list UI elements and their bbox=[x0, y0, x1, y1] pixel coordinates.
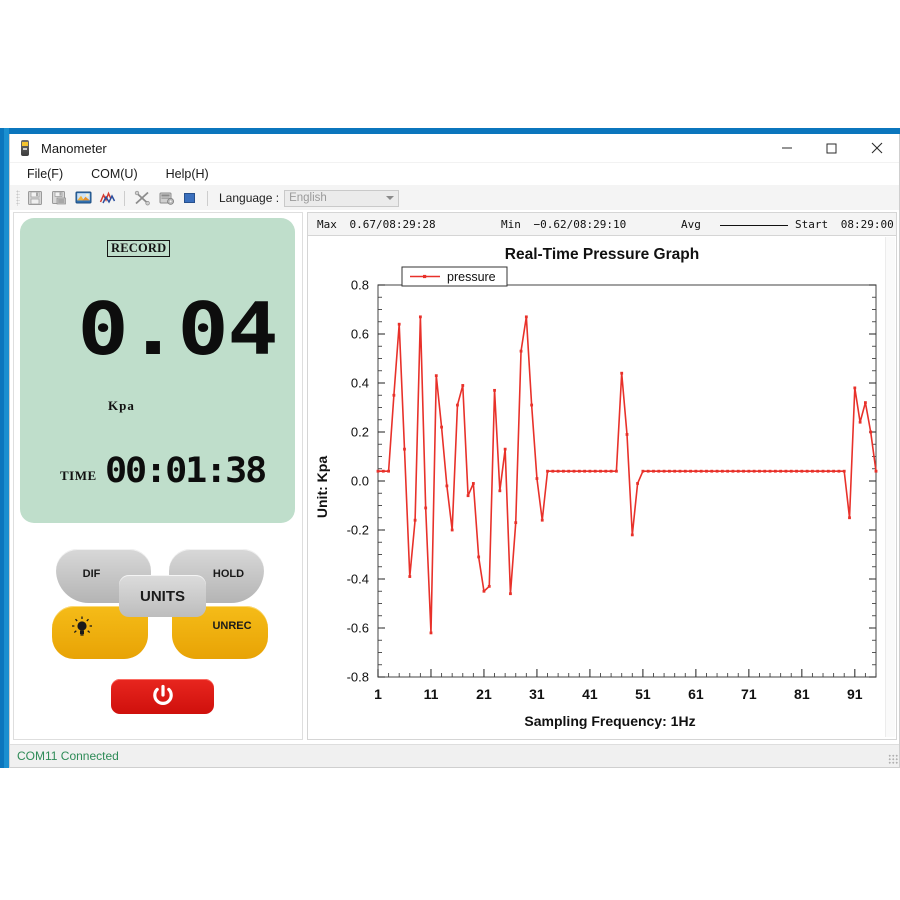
desktop-background: Manometer File(F) COM(U) Help(H) Languag… bbox=[0, 0, 900, 900]
chart-y-tick-label: -0.6 bbox=[347, 621, 369, 636]
chart-legend-label: pressure bbox=[447, 270, 496, 284]
pressure-chart: Real-Time Pressure Graph Unit: Kpa Sampl… bbox=[310, 237, 894, 737]
save-as-icon[interactable] bbox=[49, 188, 69, 208]
language-value: English bbox=[289, 192, 327, 204]
unrec-button-label: UNREC bbox=[212, 619, 252, 632]
chart-y-tick-label: -0.4 bbox=[347, 572, 369, 587]
chart-x-tick-label: 1 bbox=[374, 686, 382, 702]
keypad: DIF HOLD UNITS UNREC bbox=[14, 531, 304, 741]
max-stat: Max 0.67/08:29:28 bbox=[317, 218, 436, 231]
outer-window-border-left-inner bbox=[0, 128, 4, 768]
chart-legend: pressure bbox=[401, 266, 508, 287]
toolbar: Language : English bbox=[10, 185, 899, 212]
dif-button-label: DIF bbox=[82, 568, 101, 580]
close-button[interactable] bbox=[854, 134, 899, 162]
chevron-down-icon bbox=[386, 195, 395, 200]
units-button[interactable]: UNITS bbox=[119, 575, 206, 617]
start-stat: Start 08:29:00 bbox=[795, 218, 894, 231]
units-button-label: UNITS bbox=[140, 587, 185, 605]
chart-x-tick-label: 21 bbox=[476, 686, 492, 702]
client-area: RECORD 0.04 Kpa TIME 00:01:38 DIF HOLD U… bbox=[10, 210, 899, 746]
menu-item-help[interactable]: Help(H) bbox=[163, 165, 212, 183]
pressure-value: 0.04 bbox=[77, 287, 278, 371]
max-label: Max bbox=[317, 217, 337, 231]
chart-y-tick-label: 0.6 bbox=[351, 327, 369, 342]
chart-icon[interactable] bbox=[97, 188, 117, 208]
statistics-bar: Max 0.67/08:29:28 Min −0.62/08:29:10 Avg… bbox=[308, 213, 896, 236]
avg-label: Avg bbox=[681, 217, 701, 231]
chart-x-tick-label: 31 bbox=[529, 686, 545, 702]
chart-y-tick-label: 0.4 bbox=[351, 376, 369, 391]
chart-plot-body: -0.8-0.6-0.4-0.20.00.20.40.60.81 11 21 31 41… bbox=[347, 278, 878, 702]
chart-x-tick-label: 51 bbox=[635, 686, 651, 702]
avg-value-placeholder bbox=[719, 224, 788, 226]
menu-item-com[interactable]: COM(U) bbox=[88, 165, 141, 183]
chart-series-pressure bbox=[378, 316, 877, 634]
time-label: TIME bbox=[60, 468, 97, 483]
chart-x-tick-label: 41 bbox=[582, 686, 598, 702]
chart-x-tick-label: 81 bbox=[794, 686, 810, 702]
max-value: 0.67/08:29:28 bbox=[349, 217, 436, 231]
chart-x-tick-label: 91 bbox=[847, 686, 863, 702]
settings-icon[interactable] bbox=[156, 188, 176, 208]
language-label: Language : bbox=[219, 191, 280, 205]
min-stat: Min −0.62/08:29:10 bbox=[501, 218, 626, 231]
avg-stat: Avg bbox=[681, 218, 788, 231]
min-label: Min bbox=[501, 217, 521, 231]
start-label: Start bbox=[795, 217, 829, 231]
chart-x-tick-label: 71 bbox=[741, 686, 757, 702]
chart-y-tick-label: -0.8 bbox=[347, 670, 369, 685]
start-value: 08:29:00 bbox=[840, 217, 894, 231]
lcd-display: RECORD 0.04 Kpa TIME 00:01:38 bbox=[20, 218, 295, 523]
toolbar-separator-1 bbox=[124, 190, 125, 206]
power-icon bbox=[151, 683, 175, 710]
maximize-button[interactable] bbox=[809, 134, 854, 162]
connection-status: COM11 Connected bbox=[17, 749, 119, 763]
window-title: Manometer bbox=[41, 140, 107, 156]
graph-vertical-scrollbar[interactable] bbox=[885, 237, 895, 737]
chart-y-tick-label: 0.2 bbox=[351, 425, 369, 440]
language-select[interactable]: English bbox=[284, 189, 400, 207]
record-badge: RECORD bbox=[107, 240, 171, 257]
tools-icon[interactable] bbox=[132, 188, 152, 208]
lightbulb-icon bbox=[71, 616, 93, 638]
device-icon bbox=[18, 140, 32, 156]
export-image-icon[interactable] bbox=[73, 188, 93, 208]
chart-title: Real-Time Pressure Graph bbox=[505, 246, 699, 263]
stop-icon[interactable] bbox=[180, 188, 200, 208]
toolbar-grip[interactable] bbox=[16, 190, 20, 206]
title-bar: Manometer bbox=[10, 134, 899, 163]
pressure-unit: Kpa bbox=[108, 398, 135, 413]
time-value: 00:01:38 bbox=[105, 451, 267, 491]
save-icon[interactable] bbox=[25, 188, 45, 208]
chart-x-axis-label: Sampling Frequency: 1Hz bbox=[524, 713, 695, 729]
chart-y-tick-label: 0.8 bbox=[351, 278, 369, 293]
toolbar-separator-2 bbox=[207, 190, 208, 206]
device-panel: RECORD 0.04 Kpa TIME 00:01:38 DIF HOLD U… bbox=[13, 212, 303, 740]
min-value: −0.62/08:29:10 bbox=[533, 217, 627, 231]
window-controls bbox=[764, 134, 899, 162]
minimize-button[interactable] bbox=[764, 134, 809, 162]
status-bar: COM11 Connected bbox=[10, 744, 899, 767]
chart-x-tick-label: 11 bbox=[424, 686, 439, 702]
chart-x-tick-label: 61 bbox=[688, 686, 704, 702]
menu-item-file[interactable]: File(F) bbox=[24, 165, 66, 183]
menu-bar: File(F) COM(U) Help(H) bbox=[10, 163, 899, 185]
chart-y-tick-label: 0.0 bbox=[351, 474, 369, 489]
power-button[interactable] bbox=[111, 679, 214, 714]
resize-grip[interactable] bbox=[888, 754, 898, 764]
manometer-window: Manometer File(F) COM(U) Help(H) Languag… bbox=[9, 134, 900, 768]
chart-svg: Real-Time Pressure Graph Unit: Kpa Sampl… bbox=[314, 246, 878, 729]
hold-button-label: HOLD bbox=[212, 568, 245, 580]
chart-y-tick-label: -0.2 bbox=[347, 523, 369, 538]
graph-panel: Max 0.67/08:29:28 Min −0.62/08:29:10 Avg… bbox=[307, 212, 897, 740]
chart-y-axis-label: Unit: Kpa bbox=[314, 456, 330, 518]
